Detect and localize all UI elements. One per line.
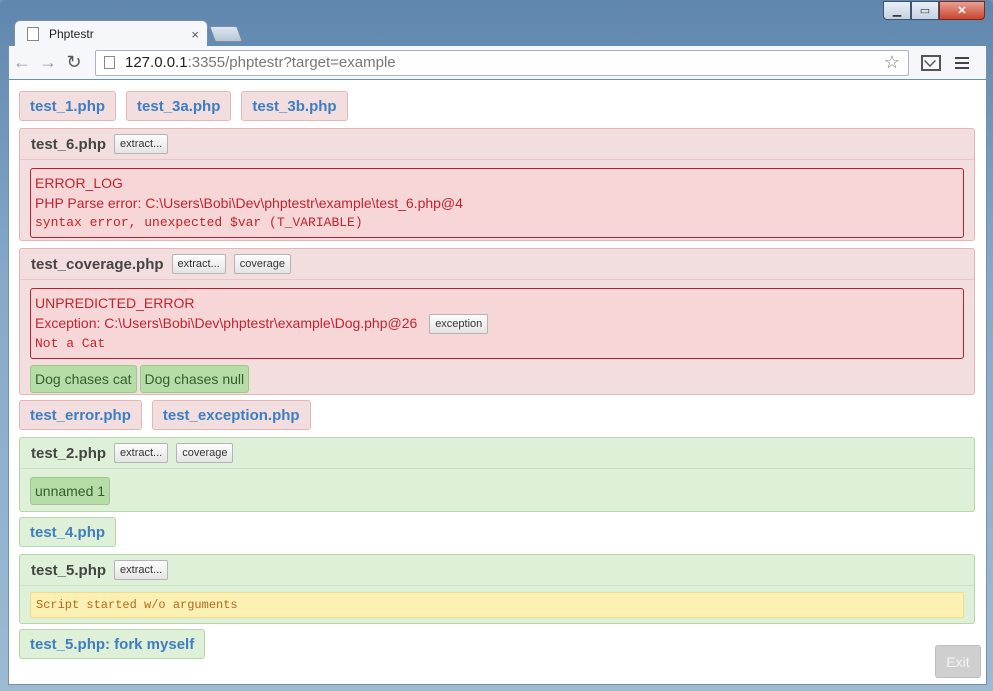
- extract-button[interactable]: extract...: [114, 560, 169, 580]
- error-box: UNPREDICTED_ERROR Exception: C:\Users\Bo…: [30, 288, 964, 360]
- back-icon[interactable]: ←: [9, 52, 35, 73]
- url-path: :3355/phptestr?target=example: [187, 54, 396, 71]
- warning-message: Script started w/o arguments: [30, 592, 964, 618]
- gmail-icon[interactable]: [921, 54, 941, 71]
- test-link-test-4[interactable]: test_4.php: [19, 517, 117, 547]
- close-tab-icon[interactable]: ×: [191, 27, 199, 42]
- test-link-test-5-fork[interactable]: test_5.php: fork myself: [19, 629, 206, 659]
- page-info-icon[interactable]: [104, 56, 115, 69]
- test-link-test-3b[interactable]: test_3b.php: [241, 91, 348, 121]
- page-icon: [27, 27, 39, 41]
- outcome-list: Dog chases cat Dog chases null: [30, 365, 964, 394]
- browser-toolbar: ← → ↻ 127.0.0.1:3355/phptestr?target=exa…: [8, 46, 987, 79]
- error-type: UNPREDICTED_ERROR: [35, 295, 195, 311]
- menu-icon[interactable]: [955, 54, 969, 72]
- outcome-badge: Dog chases cat: [30, 365, 137, 394]
- outcome-list: unnamed 1: [30, 477, 964, 505]
- panel-header: test_6.php extract...: [20, 129, 974, 160]
- exit-button[interactable]: Exit: [935, 645, 981, 678]
- new-tab-button[interactable]: [209, 26, 243, 42]
- url-host: 127.0.0.1: [125, 54, 188, 71]
- address-bar[interactable]: 127.0.0.1:3355/phptestr?target=example ☆: [95, 49, 909, 76]
- bookmark-star-icon[interactable]: ☆: [884, 52, 900, 73]
- error-message: PHP Parse error: C:\Users\Bobi\Dev\phpte…: [35, 195, 463, 211]
- page-content: test_1.php test_3a.php test_3b.php test_…: [8, 80, 987, 685]
- tab-title: Phptestr: [49, 27, 94, 41]
- panel-header: test_coverage.php extract... coverage: [20, 249, 974, 280]
- forward-icon[interactable]: →: [35, 52, 61, 73]
- tab-phptestr[interactable]: Phptestr ×: [14, 20, 208, 47]
- panel-header: test_5.php extract...: [20, 555, 974, 586]
- panel-title: test_5.php: [31, 561, 107, 579]
- test-row-test-4: test_4.php: [19, 517, 117, 547]
- extract-button[interactable]: extract...: [114, 134, 169, 154]
- error-type: ERROR_LOG: [35, 175, 123, 191]
- test-link-test-error[interactable]: test_error.php: [19, 400, 142, 430]
- panel-header: test_2.php extract... coverage: [20, 438, 974, 469]
- panel-title: test_2.php: [31, 444, 107, 462]
- test-row-fork: test_5.php: fork myself: [19, 629, 206, 659]
- test-link-test-1[interactable]: test_1.php: [19, 91, 117, 121]
- panel-test-6: test_6.php extract... ERROR_LOG PHP Pars…: [19, 128, 975, 241]
- error-detail: syntax error, unexpected $var (T_VARIABL…: [35, 215, 363, 230]
- tab-strip: Phptestr ×: [0, 18, 993, 47]
- panel-test-5: test_5.php extract... Script started w/o…: [19, 554, 975, 624]
- panel-title: test_6.php: [31, 135, 107, 153]
- panel-test-2: test_2.php extract... coverage unnamed 1: [19, 437, 975, 512]
- coverage-button[interactable]: coverage: [233, 254, 291, 274]
- test-row-middle: test_error.php test_exception.php: [19, 400, 311, 430]
- error-message: Exception: C:\Users\Bobi\Dev\phptestr\ex…: [35, 315, 418, 331]
- extract-button[interactable]: extract...: [114, 443, 169, 463]
- outcome-badge: unnamed 1: [30, 477, 111, 505]
- error-message-line: Exception: C:\Users\Bobi\Dev\phptestr\ex…: [35, 313, 959, 335]
- extract-button[interactable]: extract...: [171, 254, 226, 274]
- panel-title: test_coverage.php: [31, 255, 164, 273]
- reload-icon[interactable]: ↻: [61, 52, 87, 73]
- exception-button[interactable]: exception: [429, 314, 489, 335]
- browser-window: ▁ ▭ ✕ Phptestr × ← → ↻ 127.0.0.1:3355/ph…: [0, 0, 993, 691]
- test-link-test-exception[interactable]: test_exception.php: [151, 400, 311, 430]
- test-row-top: test_1.php test_3a.php test_3b.php: [19, 91, 348, 121]
- panel-test-coverage: test_coverage.php extract... coverage UN…: [19, 248, 975, 395]
- outcome-badge: Dog chases null: [139, 365, 250, 394]
- coverage-button[interactable]: coverage: [176, 443, 234, 463]
- test-link-test-3a[interactable]: test_3a.php: [126, 91, 232, 121]
- error-box: ERROR_LOG PHP Parse error: C:\Users\Bobi…: [30, 168, 964, 238]
- error-detail: Not a Cat: [35, 336, 106, 352]
